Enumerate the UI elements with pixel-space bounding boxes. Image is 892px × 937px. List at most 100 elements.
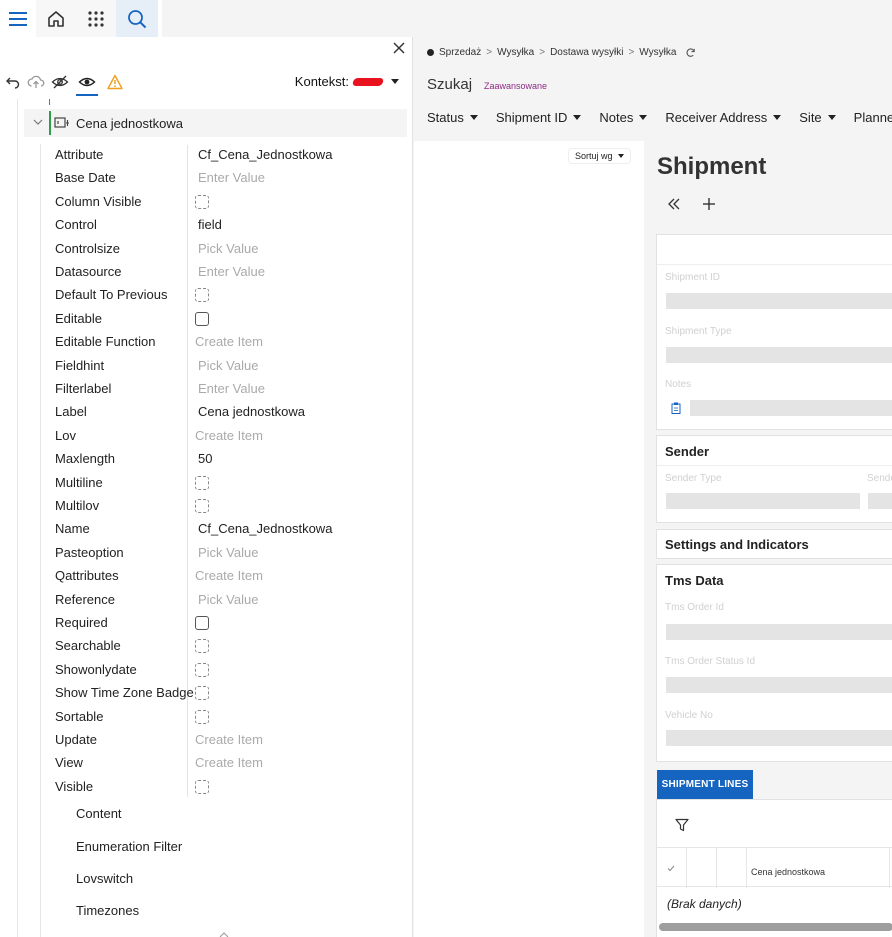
property-checkbox[interactable] xyxy=(195,616,209,630)
chevron-right-icon: > xyxy=(539,46,546,58)
menu-button[interactable] xyxy=(0,0,36,37)
property-name: Label xyxy=(55,404,87,420)
property-name: Showonlydate xyxy=(55,661,137,677)
property-name: Reference xyxy=(55,591,115,607)
warnings-button[interactable] xyxy=(106,73,124,91)
show-button[interactable] xyxy=(78,73,96,91)
property-name: Visible xyxy=(55,778,94,794)
property-checkbox[interactable] xyxy=(195,475,209,490)
grid-column xyxy=(717,848,747,888)
home-button[interactable] xyxy=(36,0,76,37)
search-button[interactable] xyxy=(116,0,158,37)
select-all-column[interactable] xyxy=(657,848,687,888)
chevron-down-icon xyxy=(639,115,648,120)
filter-icon[interactable] xyxy=(675,818,689,832)
horizontal-scrollbar[interactable] xyxy=(659,923,892,931)
property-value[interactable]: field xyxy=(198,217,222,232)
property-value-placeholder[interactable]: Pick Value xyxy=(198,241,258,256)
chevron-up-icon[interactable] xyxy=(219,932,229,937)
property-value-placeholder[interactable]: Create Item xyxy=(195,732,263,747)
property-value[interactable]: Cena jednostkowa xyxy=(198,404,305,419)
property-checkbox[interactable] xyxy=(195,779,209,794)
filter-label: Site xyxy=(799,110,822,125)
field-label: Sender Type xyxy=(665,473,722,484)
field-value-skeleton xyxy=(666,624,892,640)
property-checkbox[interactable] xyxy=(195,709,209,724)
property-value-placeholder[interactable]: Create Item xyxy=(195,334,263,349)
property-value-placeholder[interactable]: Create Item xyxy=(195,568,263,583)
property-row: Multilov xyxy=(55,495,405,518)
property-row: Default To Previous xyxy=(55,284,405,307)
shipment-header-card: Shipment ID Shipment Type Notes xyxy=(656,234,892,430)
grid-header: Cena jednostkowa xyxy=(657,847,892,888)
advanced-search-link[interactable]: Zaawansowane xyxy=(484,81,547,91)
sort-dropdown[interactable]: Sortuj wg xyxy=(569,149,630,163)
property-value-placeholder[interactable]: Pick Value xyxy=(198,358,258,373)
filter-bar: Status Shipment ID Notes Receiver Address Si… xyxy=(427,110,892,125)
undo-button[interactable] xyxy=(4,73,22,91)
filter-dropdown[interactable]: Shipment ID xyxy=(496,110,582,125)
plus-icon[interactable] xyxy=(702,197,716,211)
breadcrumb-item[interactable]: Wysyłka xyxy=(497,47,534,58)
tree-subnode[interactable]: Timezones xyxy=(76,903,139,918)
filter-dropdown[interactable]: Status xyxy=(427,110,478,125)
filter-dropdown[interactable]: Notes xyxy=(599,110,648,125)
breadcrumb-item[interactable]: Sprzedaż xyxy=(439,47,481,58)
property-value-placeholder[interactable]: Create Item xyxy=(195,755,263,770)
property-value-placeholder[interactable]: Pick Value xyxy=(198,592,258,607)
tab-shipment-lines[interactable]: SHIPMENT LINES xyxy=(657,770,753,799)
property-checkbox[interactable] xyxy=(195,499,209,513)
property-row: Name Cf_Cena_Jednostkowa xyxy=(55,518,405,541)
property-name: Searchable xyxy=(55,638,121,654)
property-checkbox[interactable] xyxy=(195,662,209,677)
section-header[interactable]: Settings and Indicators xyxy=(657,530,892,560)
property-value-placeholder[interactable]: Pick Value xyxy=(198,545,258,560)
field-value-skeleton xyxy=(666,347,892,363)
property-value-placeholder[interactable]: Enter Value xyxy=(198,170,265,185)
chevron-down-icon[interactable] xyxy=(33,117,43,127)
tree-subnode[interactable]: Enumeration Filter xyxy=(76,839,182,854)
apps-grid-icon xyxy=(88,10,104,27)
apps-button[interactable] xyxy=(76,0,116,37)
breadcrumb-item[interactable]: Dostawa wysyłki xyxy=(550,47,623,58)
property-name: Sortable xyxy=(55,708,104,724)
filter-dropdown[interactable]: Receiver Address xyxy=(665,110,782,125)
check-icon xyxy=(667,865,675,872)
section-header[interactable]: Sender xyxy=(657,436,892,467)
panel-toolbar: Kontekst: xyxy=(0,67,413,99)
property-value[interactable]: Cf_Cena_Jednostkowa xyxy=(198,521,332,536)
property-checkbox[interactable] xyxy=(195,288,209,303)
search-title: Szukaj xyxy=(427,76,473,93)
field-label: Vehicle No xyxy=(665,710,713,721)
chevron-down-icon xyxy=(827,115,836,120)
chevron-down-icon xyxy=(391,79,399,84)
property-checkbox[interactable] xyxy=(195,311,209,326)
property-checkbox[interactable] xyxy=(195,639,209,654)
refresh-icon[interactable] xyxy=(685,47,696,58)
context-selector[interactable]: Kontekst: xyxy=(295,74,399,89)
clipboard-icon[interactable] xyxy=(671,402,681,414)
property-value[interactable]: 50 xyxy=(198,451,212,466)
property-checkbox[interactable] xyxy=(195,194,209,209)
hide-button[interactable] xyxy=(51,73,69,91)
property-value-placeholder[interactable]: Enter Value xyxy=(198,264,265,279)
section-header[interactable]: Tms Data xyxy=(657,565,892,596)
property-value[interactable]: Cf_Cena_Jednostkowa xyxy=(198,147,332,162)
chevron-down-icon xyxy=(617,154,624,158)
tree-node-cena-jednostkowa[interactable]: Cena jednostkowa xyxy=(24,109,407,137)
tree-subnode[interactable]: Content xyxy=(76,806,122,821)
close-panel-button[interactable] xyxy=(392,41,406,55)
filter-dropdown[interactable]: Site xyxy=(799,110,836,125)
property-name: Multiline xyxy=(55,474,103,490)
field-label: Sende xyxy=(867,473,892,484)
property-value-placeholder[interactable]: Enter Value xyxy=(198,381,265,396)
cloud-upload-button[interactable] xyxy=(27,73,45,91)
breadcrumb-item[interactable]: Wysyłka xyxy=(639,47,676,58)
empty-state-text: (Brak danych) xyxy=(667,897,742,911)
property-checkbox[interactable] xyxy=(195,686,209,701)
menu-icon xyxy=(9,11,27,26)
double-chevron-left-icon[interactable] xyxy=(667,197,681,211)
property-value-placeholder[interactable]: Create Item xyxy=(195,428,263,443)
filter-dropdown[interactable]: Planned S xyxy=(854,110,892,125)
tree-subnode[interactable]: Lovswitch xyxy=(76,871,133,886)
